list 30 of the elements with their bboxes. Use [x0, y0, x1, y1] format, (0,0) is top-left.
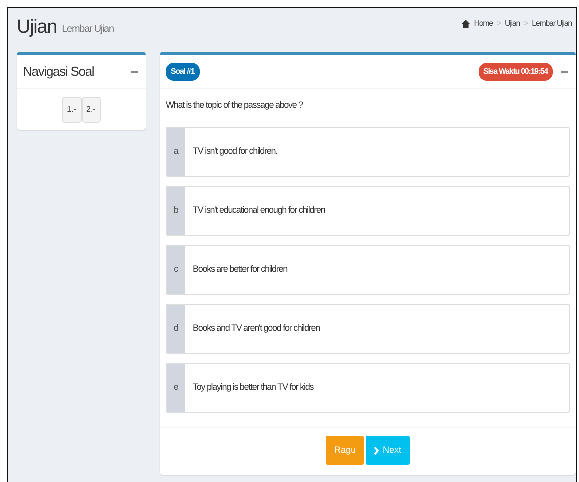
answer-option[interactable]: b TV isn't educational enough for children: [166, 186, 570, 236]
option-text: Books and TV aren't good for children: [193, 322, 320, 336]
home-icon: [462, 20, 470, 28]
option-letter: a: [174, 145, 178, 158]
page-subtitle: Lembar Ujian: [62, 23, 114, 37]
option-letter: e: [174, 381, 178, 394]
breadcrumb-separator: >: [496, 18, 502, 30]
answer-option[interactable]: d Books and TV aren't good for children: [166, 304, 570, 354]
question-nav-button[interactable]: 2.-: [82, 97, 101, 123]
answer-option[interactable]: e Toy playing is better than TV for kids: [166, 363, 570, 413]
option-letter: d: [174, 322, 178, 336]
breadcrumb-separator: >: [524, 18, 528, 30]
question-number-badge: Soal #1: [166, 62, 200, 80]
breadcrumb-link[interactable]: Lembar Ujian: [532, 18, 572, 30]
question-text: What is the topic of the passage above ?: [165, 99, 304, 112]
option-letter: b: [174, 204, 178, 218]
timer-badge: Sisa Waktu 00:19:54: [478, 62, 553, 80]
option-text: TV isn't good for children.: [193, 145, 278, 158]
answer-option[interactable]: c Books are better for children: [166, 245, 570, 295]
breadcrumb-link[interactable]: Ujian: [505, 18, 520, 30]
breadcrumb-link[interactable]: Home: [474, 18, 493, 30]
option-text: Books are better for children: [193, 263, 288, 276]
question-nav-button[interactable]: 1.-: [62, 97, 82, 123]
option-text: Toy playing is better than TV for kids: [193, 381, 314, 394]
option-text: TV isn't educational enough for children: [193, 204, 326, 218]
chevron-right-icon: [374, 446, 379, 454]
panel-title: Navigasi Soal: [23, 62, 94, 81]
page-title: Ujian: [17, 18, 58, 37]
answer-option[interactable]: a TV isn't good for children.: [166, 127, 570, 177]
option-letter: c: [174, 263, 178, 276]
